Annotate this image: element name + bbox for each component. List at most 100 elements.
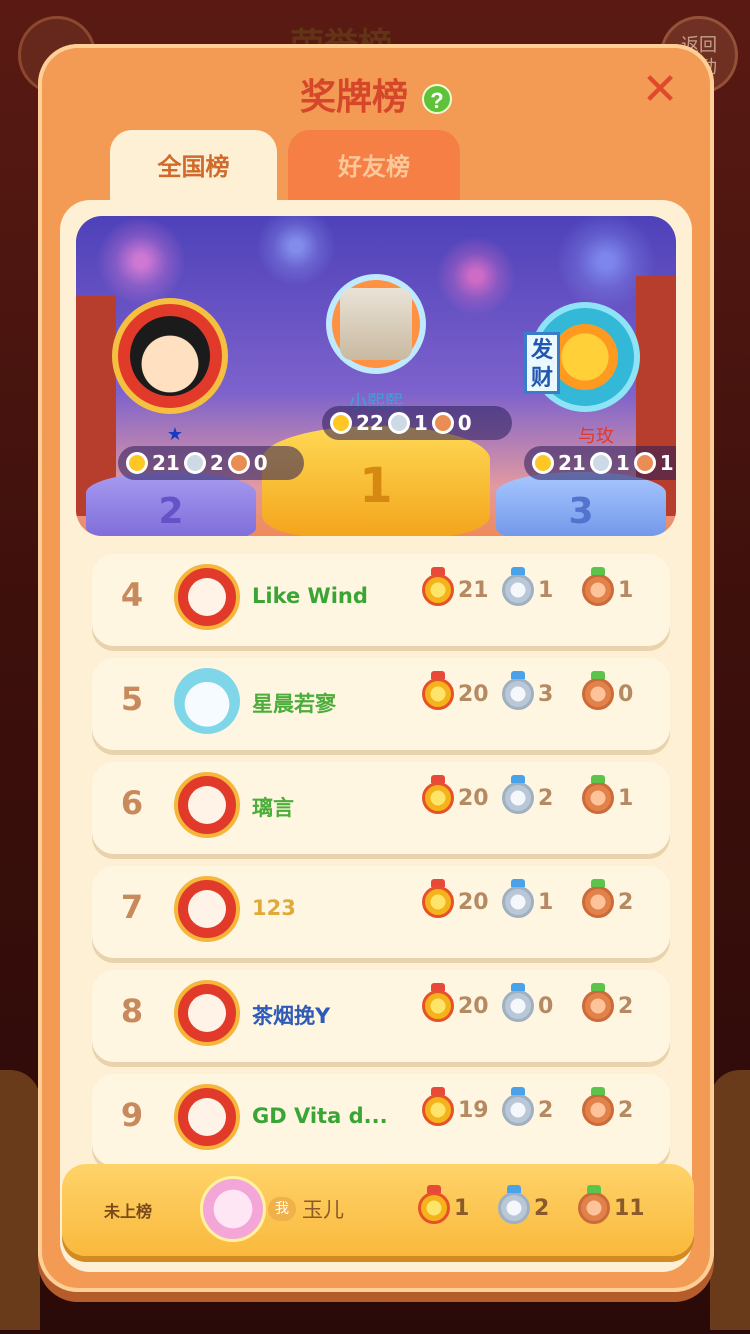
leaderboard-row[interactable]: 7 123 20 1 2	[92, 866, 670, 958]
gold-medal-icon	[422, 983, 454, 1022]
my-avatar[interactable]	[200, 1176, 266, 1242]
row-medal-counts: 21 1 1	[422, 567, 662, 606]
bronze-count: 11	[614, 1195, 645, 1221]
my-medal-counts: 1 2 11	[418, 1185, 658, 1224]
silver-medal-icon	[498, 1185, 530, 1224]
row-avatar[interactable]	[174, 876, 240, 942]
avatar-photo	[552, 324, 618, 390]
bronze-medal-icon	[582, 775, 614, 814]
gold-medal-icon	[422, 567, 454, 606]
firework-decor	[96, 216, 186, 306]
podium-medals-second: 21 2 0	[118, 446, 304, 480]
leaderboard-row[interactable]: 6 璃言 20 2 1	[92, 762, 670, 854]
close-icon[interactable]: ✕	[640, 68, 680, 112]
modal-title-wrap: 奖牌榜 ?	[38, 68, 714, 120]
row-rank: 6	[120, 784, 144, 822]
row-medal-counts: 20 0 2	[422, 983, 662, 1022]
silver-count: 1	[538, 889, 554, 915]
row-avatar[interactable]	[174, 668, 240, 734]
gold-count: 20	[458, 889, 489, 915]
bronze-medal-icon	[431, 412, 454, 434]
silver-count: 1	[538, 577, 554, 603]
bronze-medal-icon	[633, 452, 656, 474]
leaderboard-row[interactable]: 4 Like Wind 21 1 1	[92, 554, 670, 646]
podium-avatar-first[interactable]	[326, 274, 426, 374]
row-name: 璃言	[252, 796, 294, 820]
row-avatar[interactable]	[174, 980, 240, 1046]
silver-medal-icon	[502, 567, 534, 606]
pedestal-second: 2	[86, 472, 256, 536]
bronze-medal-icon	[227, 452, 250, 474]
gold-medal-icon	[422, 775, 454, 814]
row-rank: 9	[120, 1096, 144, 1134]
row-rank: 8	[120, 992, 144, 1030]
row-medal-counts: 20 2 1	[422, 775, 662, 814]
row-name: 星晨若寥	[252, 692, 336, 716]
me-badge: 我	[268, 1197, 296, 1221]
silver-medal-icon	[502, 1087, 534, 1126]
silver-medal-icon	[183, 452, 206, 474]
avatar-photo	[340, 288, 412, 360]
bronze-medal-icon	[582, 567, 614, 606]
podium-name-third: 与玫	[578, 426, 614, 447]
pedestal-third: 3	[496, 472, 666, 536]
row-medal-counts: 20 3 0	[422, 671, 662, 710]
silver-medal-icon	[502, 671, 534, 710]
gold-count: 20	[458, 681, 489, 707]
podium-stage: 2 1 3 发财 小熙熙 ★ 与玫 22 1 0 21 2 0 21 1 1	[76, 216, 676, 536]
row-rank: 4	[120, 576, 144, 614]
silver-medal-icon	[502, 879, 534, 918]
tab-national[interactable]: 全国榜	[110, 130, 277, 204]
silver-medal-icon	[502, 775, 534, 814]
silver-count: 2	[209, 451, 224, 475]
question-icon[interactable]: ?	[422, 84, 453, 115]
bronze-count: 2	[618, 993, 634, 1019]
gold-count: 20	[458, 993, 489, 1019]
row-avatar[interactable]	[174, 1084, 240, 1150]
background-left-decor	[0, 1070, 40, 1330]
row-name: Like Wind	[252, 584, 368, 608]
medal-leaderboard-modal: 奖牌榜 ? ✕ 全国榜 好友榜 2 1 3 发财 小熙熙 ★ 与玫 22 1 0…	[38, 44, 714, 1292]
bronze-count: 1	[618, 785, 634, 811]
bronze-count: 0	[253, 451, 268, 475]
gold-medal-icon	[422, 671, 454, 710]
bronze-count: 1	[618, 577, 634, 603]
row-avatar[interactable]	[174, 564, 240, 630]
my-name: 玉儿	[302, 1198, 344, 1222]
pedestal-first: 1	[262, 426, 490, 536]
bronze-medal-icon	[582, 671, 614, 710]
silver-count: 3	[538, 681, 554, 707]
row-name: 123	[252, 896, 296, 920]
my-rank-bar[interactable]: 未上榜 我 玉儿 1 2 11	[62, 1164, 694, 1256]
row-rank: 5	[120, 680, 144, 718]
gold-count: 22	[356, 411, 384, 435]
fortune-tag: 发财	[524, 332, 560, 394]
gold-medal-icon	[422, 1087, 454, 1126]
podium-name-second: ★	[166, 424, 184, 445]
gold-count: 20	[458, 785, 489, 811]
gold-medal-icon	[532, 452, 554, 474]
unranked-label: 未上榜	[104, 1202, 153, 1221]
bronze-medal-icon	[582, 983, 614, 1022]
leaderboard-row[interactable]: 9 GD Vita d... 19 2 2	[92, 1074, 670, 1166]
row-rank: 7	[120, 888, 144, 926]
bronze-medal-icon	[578, 1185, 610, 1224]
podium-medals-third: 21 1 1	[524, 446, 676, 480]
row-avatar[interactable]	[174, 772, 240, 838]
silver-count: 2	[534, 1195, 550, 1221]
bronze-medal-icon	[582, 879, 614, 918]
gold-count: 21	[458, 577, 489, 603]
leaderboard-row[interactable]: 5 星晨若寥 20 3 0	[92, 658, 670, 750]
bronze-count: 0	[618, 681, 634, 707]
silver-count: 2	[538, 785, 554, 811]
tab-friends[interactable]: 好友榜	[288, 130, 460, 204]
bronze-count: 2	[618, 889, 634, 915]
gold-count: 21	[558, 451, 586, 475]
row-medal-counts: 20 1 2	[422, 879, 662, 918]
leaderboard-row[interactable]: 8 茶烟挽Y 20 0 2	[92, 970, 670, 1062]
podium-avatar-second[interactable]	[112, 298, 228, 414]
podium-medals-first: 22 1 0	[322, 406, 512, 440]
avatar-photo	[130, 316, 210, 396]
bronze-count: 2	[618, 1097, 634, 1123]
silver-count: 1	[615, 451, 630, 475]
